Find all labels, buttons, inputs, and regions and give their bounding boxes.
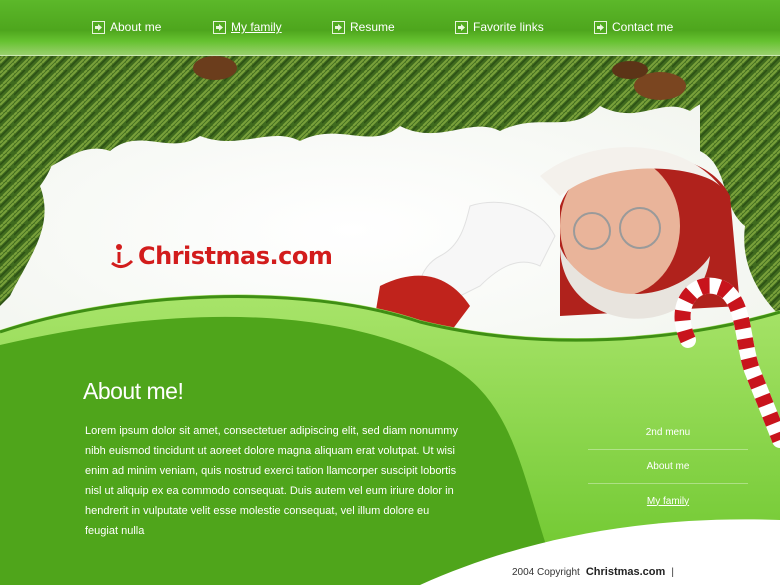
arrow-box-icon <box>92 20 105 34</box>
site-logo[interactable]: Christmas.com <box>110 241 333 271</box>
nav-item-my-family[interactable]: My family <box>213 20 282 34</box>
nav-label: My family <box>231 20 282 34</box>
hero-banner: Christmas.com <box>0 56 780 346</box>
nav-label: Favorite links <box>473 20 544 34</box>
nav-item-about-me[interactable]: About me <box>92 20 161 34</box>
side-menu-item-2nd-menu[interactable]: 2nd menu <box>588 416 748 450</box>
arrow-box-icon <box>594 20 607 34</box>
footer: 2004 Copyright Christmas.com | <box>512 566 674 578</box>
arrow-box-icon <box>455 20 468 34</box>
about-paragraph: Lorem ipsum dolor sit amet, consectetuer… <box>85 425 458 537</box>
about-title: About me! <box>83 378 184 404</box>
nav-item-resume[interactable]: Resume <box>332 20 395 34</box>
footer-copyright: 2004 Copyright <box>512 566 580 578</box>
logo-text: Christmas.com <box>138 242 333 270</box>
nav-label: Contact me <box>612 20 674 34</box>
footer-separator: | <box>671 566 674 578</box>
top-navigation: About me My family Resume Favorite links… <box>0 0 780 56</box>
nav-item-favorite-links[interactable]: Favorite links <box>455 20 544 34</box>
pine-garland-illustration <box>0 56 780 346</box>
nav-label: Resume <box>350 20 395 34</box>
arrow-box-icon <box>213 20 226 34</box>
nav-label: About me <box>110 20 162 34</box>
side-menu: 2nd menu About me My family <box>588 416 748 518</box>
arrow-box-icon <box>332 20 345 34</box>
side-menu-item-my-family[interactable]: My family <box>588 484 748 518</box>
footer-brand-link[interactable]: Christmas.com <box>586 566 665 578</box>
side-menu-item-about-me[interactable]: About me <box>588 450 748 484</box>
nav-item-contact-me[interactable]: Contact me <box>594 20 673 34</box>
candle-logo-icon <box>111 244 134 268</box>
